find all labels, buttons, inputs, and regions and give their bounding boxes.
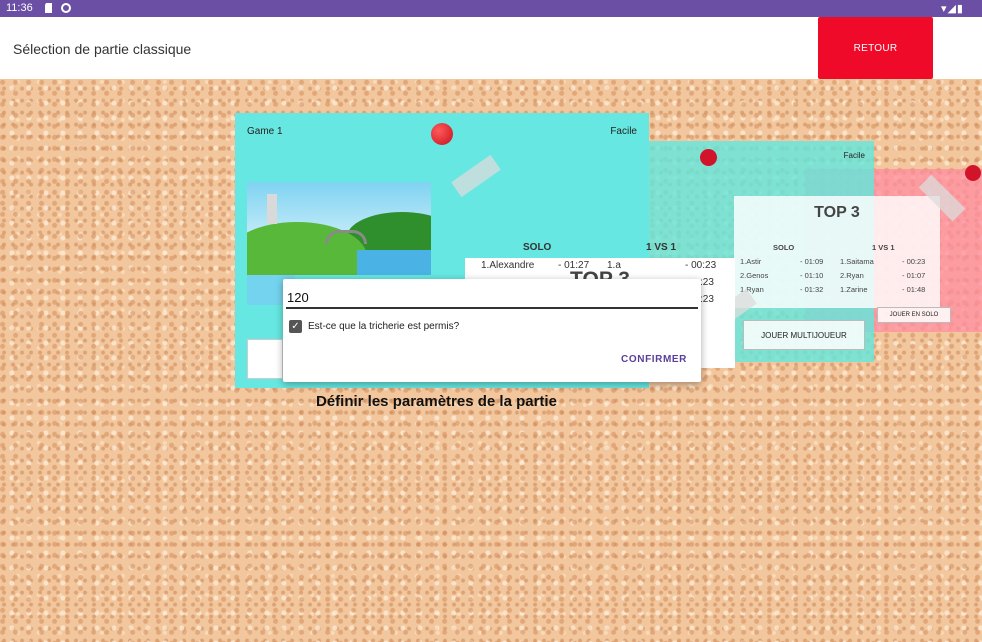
vs-name: 2.Ryan [840, 271, 864, 280]
play-multiplayer-button[interactable]: JOUER MULTIJOUEUR [743, 320, 865, 350]
solo-time: - 01:10 [800, 271, 824, 280]
vs-name: 1.a [607, 260, 621, 271]
cheat-checkbox-label: Est-ce que la tricherie est permis? [308, 321, 460, 332]
solo-name: 1.Alexandre [481, 260, 535, 271]
game-settings-dialog: ✓ Est-ce que la tricherie est permis? CO… [283, 279, 701, 382]
params-title: Définir les paramètres de la partie [316, 393, 557, 410]
solo-name: 2.Genos [740, 271, 769, 280]
play-solo-button[interactable]: JOUER EN SOLO [877, 307, 951, 323]
vs-time: - 01:07 [902, 271, 926, 280]
solo-header: SOLO [773, 243, 795, 252]
solo-header: SOLO [523, 242, 552, 253]
vs-header: 1 VS 1 [872, 243, 895, 252]
time-input[interactable] [286, 288, 698, 309]
vs-time: - 00:23 [902, 257, 926, 266]
status-bar: 11:36 ▾◢▮ [0, 0, 982, 17]
back-button[interactable]: RETOUR [818, 17, 933, 79]
game-preview-image [247, 182, 431, 275]
pushpin-icon [431, 123, 453, 145]
vs-time: - 00:23 [685, 260, 717, 271]
vs-time-partial: :23 [700, 277, 714, 288]
app-bar: Sélection de partie classique RETOUR [0, 17, 982, 79]
solo-time: - 01:27 [558, 260, 590, 271]
pushpin-icon [700, 149, 717, 166]
difficulty-label: Facile [610, 126, 637, 137]
status-time: 11:36 [6, 2, 33, 14]
solo-time: - 01:32 [800, 285, 824, 294]
vs-name: 1.Zarine [840, 285, 868, 294]
solo-name: 1.Astir [740, 257, 762, 266]
page-title: Sélection de partie classique [13, 41, 192, 57]
difficulty-label: Facile [843, 151, 865, 160]
signal-battery-icon: ▾◢▮ [940, 3, 964, 15]
notebook-image [247, 339, 283, 379]
vs-time: - 01:48 [902, 285, 926, 294]
sd-card-icon [44, 3, 54, 13]
game-name: Game 1 [247, 126, 283, 137]
confirm-button[interactable]: CONFIRMER [621, 354, 687, 365]
cheat-checkbox[interactable]: ✓ [289, 320, 302, 333]
cork-board: Facile TOP 3 SOLO 1 VS 1 1.Astir - 01:09… [0, 79, 982, 642]
top3-title: TOP 3 [814, 204, 860, 221]
sync-icon [61, 3, 71, 13]
pushpin-icon [965, 165, 981, 181]
vs-header: 1 VS 1 [646, 242, 677, 253]
solo-time: - 01:09 [800, 257, 824, 266]
vs-time-partial: :23 [700, 294, 714, 305]
vs-name: 1.Saitama [840, 257, 874, 266]
